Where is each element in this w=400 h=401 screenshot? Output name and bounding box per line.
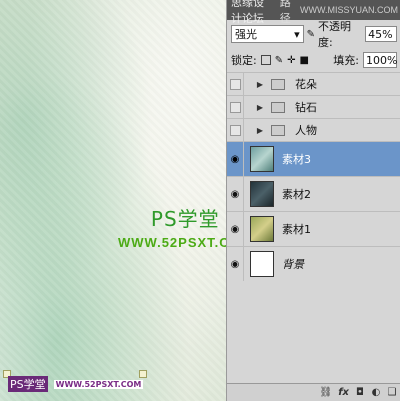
visibility-toggle[interactable] (227, 73, 244, 95)
visibility-toggle[interactable]: ◉ (227, 177, 244, 211)
lock-label: 锁定: (231, 54, 257, 67)
folder-icon (271, 124, 285, 136)
folder-icon (271, 101, 285, 113)
tab-paths[interactable]: 路径 (280, 0, 294, 26)
visibility-toggle[interactable] (227, 96, 244, 118)
eye-icon: ◉ (230, 258, 240, 270)
layer-group-flowers[interactable]: ▶ 花朵 (227, 72, 400, 95)
mask-icon[interactable]: ◘ (355, 387, 365, 398)
layer-name: 人物 (295, 124, 317, 137)
link-icon[interactable]: ⛓ (319, 387, 332, 398)
lock-move-icon[interactable]: ✛ (287, 55, 295, 66)
visibility-toggle[interactable] (227, 119, 244, 141)
layer-thumbnail (250, 251, 274, 277)
eye-icon: ◉ (230, 188, 240, 200)
folder-icon (271, 78, 285, 90)
hidden-box-icon (229, 124, 241, 136)
document-canvas[interactable]: PS学堂 WWW.52PSXT.COM PS学堂 WWW.52PSXT.COM (0, 0, 226, 401)
panel-title-bar: 思缘设计论坛 路径 WWW.MISSYUAN.COM (227, 0, 400, 25)
layer-thumbnail (250, 216, 274, 242)
fx-button[interactable]: fx (338, 387, 349, 398)
opacity-label: 不透明度: (318, 20, 352, 49)
blend-mode-select[interactable]: 强光 ▾ (231, 25, 304, 43)
panel-bottom-bar: ⛓ fx ◘ ◐ ❑ (227, 383, 400, 401)
layer-list: ▶ 花朵 ▶ 钻石 ▶ 人物 ◉ 素材3 ◉ 素材2 ◉ 素材1 ◉ 背景 (227, 72, 400, 281)
layer-thumbnail (250, 146, 274, 172)
eye-icon: ◉ (230, 153, 240, 165)
layer-name: 花朵 (295, 78, 317, 91)
layer-material-1[interactable]: ◉ 素材1 (227, 211, 400, 246)
brush-icon[interactable]: ✎ (307, 29, 315, 40)
layer-name: 钻石 (295, 101, 317, 114)
watermark-brand: PS学堂 (150, 207, 220, 231)
panel-title: 思缘设计论坛 (231, 0, 264, 25)
blend-mode-value: 强光 (235, 28, 257, 41)
layer-group-people[interactable]: ▶ 人物 (227, 118, 400, 141)
chevron-down-icon: ▾ (294, 27, 300, 41)
layer-name: 素材2 (282, 188, 311, 201)
bottom-watermark-brand: PS学堂 (8, 376, 48, 392)
visibility-toggle[interactable]: ◉ (227, 212, 244, 246)
visibility-toggle[interactable]: ◉ (227, 142, 244, 176)
hidden-box-icon (229, 78, 241, 90)
layer-name: 素材1 (282, 223, 311, 236)
lock-row: 锁定: ✎ ✛ ■ 填充: 100% (231, 51, 397, 69)
new-layer-icon[interactable]: ❑ (387, 387, 397, 398)
lock-transparent-icon[interactable] (260, 55, 271, 65)
fill-input[interactable]: 100% (363, 52, 397, 68)
watermark: PS学堂 WWW.52PSXT.COM (118, 203, 226, 250)
opacity-input[interactable]: 45% (365, 26, 397, 42)
layer-background[interactable]: ◉ 背景 (227, 246, 400, 281)
bottom-watermark: PS学堂 WWW.52PSXT.COM (8, 376, 144, 392)
layer-material-3[interactable]: ◉ 素材3 (227, 141, 400, 176)
layer-thumbnail (250, 181, 274, 207)
layer-name: 素材3 (282, 153, 311, 166)
expand-arrow-icon[interactable]: ▶ (254, 126, 266, 135)
layer-group-diamond[interactable]: ▶ 钻石 (227, 95, 400, 118)
adjustment-icon[interactable]: ◐ (371, 387, 381, 398)
bottom-watermark-url: WWW.52PSXT.COM (53, 379, 144, 389)
lock-paint-icon[interactable]: ✎ (275, 55, 283, 66)
fill-label: 填充: (333, 54, 359, 67)
layer-material-2[interactable]: ◉ 素材2 (227, 176, 400, 211)
eye-icon: ◉ (230, 223, 240, 235)
panel-site: WWW.MISSYUAN.COM (300, 5, 398, 15)
expand-arrow-icon[interactable]: ▶ (254, 80, 266, 89)
layer-name: 背景 (282, 258, 304, 271)
visibility-toggle[interactable]: ◉ (227, 247, 244, 281)
blend-row: 强光 ▾ ✎ 不透明度: 45% (231, 20, 397, 49)
watermark-url: WWW.52PSXT.COM (118, 235, 226, 250)
expand-arrow-icon[interactable]: ▶ (254, 103, 266, 112)
layers-panel: 思缘设计论坛 路径 WWW.MISSYUAN.COM 强光 ▾ ✎ 不透明度: … (226, 0, 400, 401)
hidden-box-icon (229, 101, 241, 113)
lock-all-icon[interactable]: ■ (300, 55, 309, 66)
